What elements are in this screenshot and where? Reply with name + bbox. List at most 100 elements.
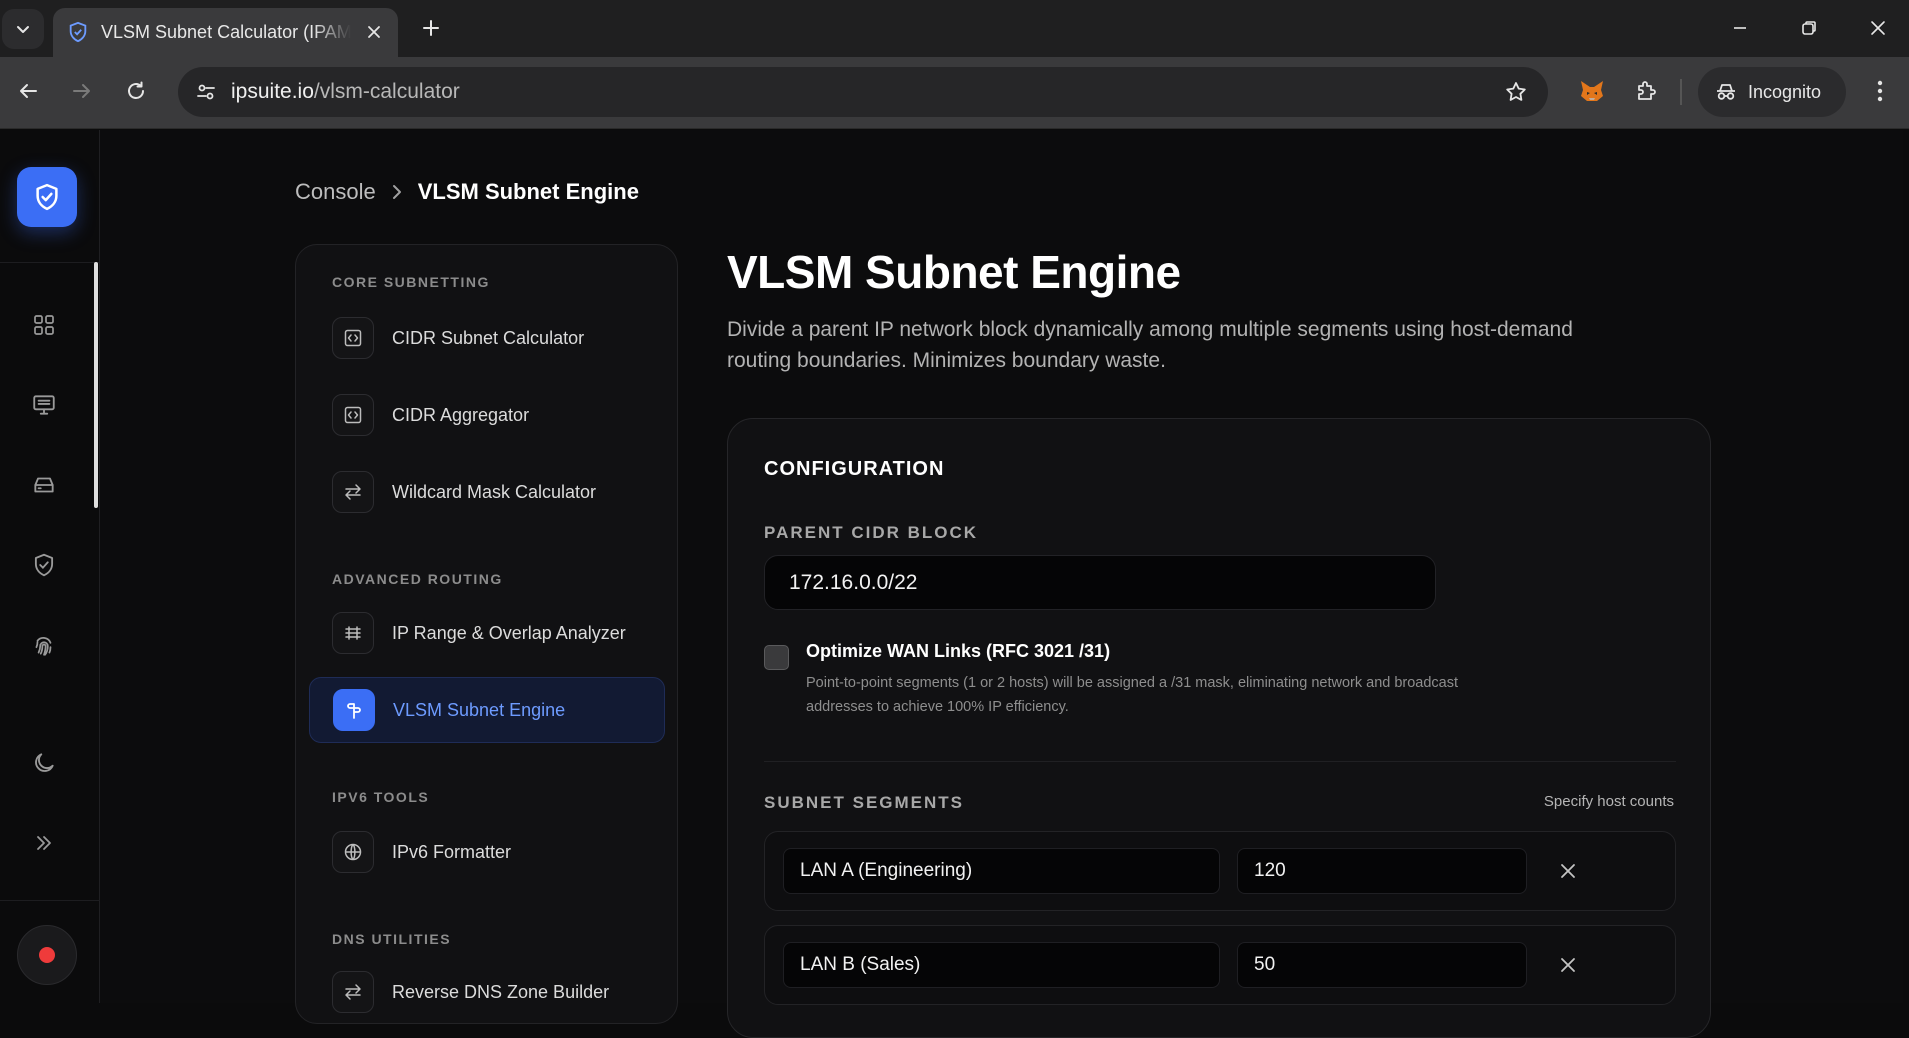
tab-search-button[interactable]: [2, 9, 44, 49]
restore-button[interactable]: [1784, 8, 1834, 48]
monitor-icon: [33, 395, 55, 415]
subnet-segments-hint: Specify host counts: [1543, 793, 1674, 810]
nav-icon-wrap: [332, 394, 374, 436]
browser-menu-button[interactable]: [1862, 71, 1898, 111]
range-lines-icon: [345, 626, 361, 640]
nav-item-ipv6-formatter[interactable]: IPv6 Formatter: [309, 819, 665, 885]
close-window-button[interactable]: [1853, 8, 1903, 48]
plus-icon: [423, 20, 439, 36]
arrow-left-icon: [20, 84, 37, 98]
segment-hosts-input[interactable]: [1237, 942, 1527, 988]
globe-icon: [344, 843, 362, 861]
url-host: ipsuite.io: [231, 80, 314, 103]
reload-button[interactable]: [116, 71, 156, 111]
rail-storage-button[interactable]: [24, 465, 64, 505]
chevron-right-icon: [392, 185, 401, 199]
page-scrollbar[interactable]: [1903, 130, 1909, 1003]
tab-title: VLSM Subnet Calculator (IPAM &: [101, 22, 351, 42]
remove-segment-button[interactable]: [1551, 854, 1585, 888]
optimize-wan-title[interactable]: Optimize WAN Links (RFC 3021 /31): [806, 641, 1110, 662]
browser-toolbar: ipsuite.io/vlsm-calculator Incognito: [0, 57, 1909, 129]
optimize-wan-checkbox[interactable]: [764, 645, 789, 670]
icon-rail: [0, 130, 100, 1003]
browser-tab-strip: VLSM Subnet Calculator (IPAM &: [0, 0, 1909, 57]
theme-toggle-button[interactable]: [24, 743, 64, 783]
parent-cidr-input[interactable]: [764, 555, 1436, 610]
new-tab-button[interactable]: [415, 12, 447, 44]
nav-item-ip-range-overlap-analyzer[interactable]: IP Range & Overlap Analyzer: [309, 600, 665, 666]
rail-fingerprint-button[interactable]: [24, 625, 64, 665]
nav-item-cidr-aggregator[interactable]: CIDR Aggregator: [309, 382, 665, 448]
chevrons-right-icon: [37, 836, 51, 850]
puzzle-icon: [1638, 81, 1656, 100]
segment-name-input[interactable]: [783, 848, 1220, 894]
browser-tab[interactable]: VLSM Subnet Calculator (IPAM &: [53, 8, 398, 57]
record-button[interactable]: [17, 925, 77, 985]
moon-icon: [35, 753, 54, 772]
nav-item-label: IP Range & Overlap Analyzer: [392, 622, 626, 643]
code-brackets-icon: [344, 329, 362, 347]
rail-security-button[interactable]: [24, 545, 64, 585]
close-icon: [1871, 21, 1885, 35]
extensions-button[interactable]: [1626, 71, 1666, 111]
metamask-extension-button[interactable]: [1572, 71, 1612, 111]
tool-navigation-panel: CORE SUBNETTING CIDR Subnet Calculator C…: [295, 244, 678, 1024]
toolbar-divider: [1680, 79, 1682, 105]
nav-icon-wrap: [332, 971, 374, 1013]
nav-icon-wrap: [332, 317, 374, 359]
nav-item-label: Reverse DNS Zone Builder: [392, 981, 610, 1002]
remove-segment-button[interactable]: [1551, 948, 1585, 982]
expand-sidebar-button[interactable]: [24, 823, 64, 863]
rail-divider: [0, 262, 100, 263]
segment-row: [764, 925, 1676, 1005]
rail-scrollbar[interactable]: [94, 262, 98, 508]
breadcrumb-console-link[interactable]: Console: [295, 179, 376, 205]
shield-check-icon: [36, 183, 58, 211]
nav-icon-wrap: [333, 689, 375, 731]
nav-item-vlsm-subnet-engine[interactable]: VLSM Subnet Engine: [309, 677, 665, 743]
nav-item-label: CIDR Aggregator: [392, 404, 530, 425]
optimize-wan-description: Point-to-point segments (1 or 2 hosts) w…: [806, 675, 1459, 715]
tune-icon: [197, 84, 215, 100]
nav-item-reverse-dns-zone-builder[interactable]: Reverse DNS Zone Builder: [309, 959, 665, 1025]
incognito-chip[interactable]: Incognito: [1698, 67, 1846, 117]
bookmark-button[interactable]: [1502, 78, 1530, 106]
back-button[interactable]: [8, 71, 48, 111]
star-icon: [1506, 82, 1526, 101]
minimize-icon: [1734, 27, 1746, 29]
nav-icon-wrap: [332, 612, 374, 654]
grid-icon: [34, 315, 54, 335]
arrow-right-icon: [73, 84, 90, 98]
record-dot-icon: [39, 947, 55, 963]
incognito-icon: [1717, 84, 1735, 100]
chevron-down-icon: [17, 26, 29, 33]
configuration-heading: CONFIGURATION: [764, 458, 945, 480]
configuration-card: CONFIGURATION PARENT CIDR BLOCK Optimize…: [727, 418, 1711, 1038]
forward-button[interactable]: [62, 71, 102, 111]
nav-section-title: IPV6 TOOLS: [332, 789, 430, 805]
page-title: VLSM Subnet Engine: [727, 246, 1181, 298]
nav-section-title: DNS UTILITIES: [332, 931, 452, 947]
url-path: /vlsm-calculator: [313, 80, 460, 103]
tab-close-button[interactable]: [360, 18, 388, 46]
app-viewport: Console VLSM Subnet Engine CORE SUBNETTI…: [0, 130, 1909, 1038]
nav-item-cidr-subnet-calculator[interactable]: CIDR Subnet Calculator: [309, 305, 665, 371]
code-brackets-icon: [344, 406, 362, 424]
breadcrumb-current: VLSM Subnet Engine: [417, 179, 639, 204]
address-bar[interactable]: ipsuite.io/vlsm-calculator: [178, 67, 1548, 117]
site-info-button[interactable]: [188, 74, 224, 110]
nav-item-wildcard-mask-calculator[interactable]: Wildcard Mask Calculator: [309, 459, 665, 525]
segment-row: [764, 831, 1676, 911]
rail-monitor-button[interactable]: [24, 385, 64, 425]
minimize-button[interactable]: [1715, 8, 1765, 48]
segment-hosts-input[interactable]: [1237, 848, 1527, 894]
split-icon: [347, 703, 361, 719]
parent-cidr-label: PARENT CIDR BLOCK: [764, 523, 979, 542]
nav-icon-wrap: [332, 471, 374, 513]
swap-arrows-icon: [345, 484, 361, 500]
rail-divider: [0, 900, 100, 901]
app-logo-button[interactable]: [17, 167, 77, 227]
rail-dashboard-button[interactable]: [24, 305, 64, 345]
nav-item-label: VLSM Subnet Engine: [393, 699, 566, 720]
segment-name-input[interactable]: [783, 942, 1220, 988]
